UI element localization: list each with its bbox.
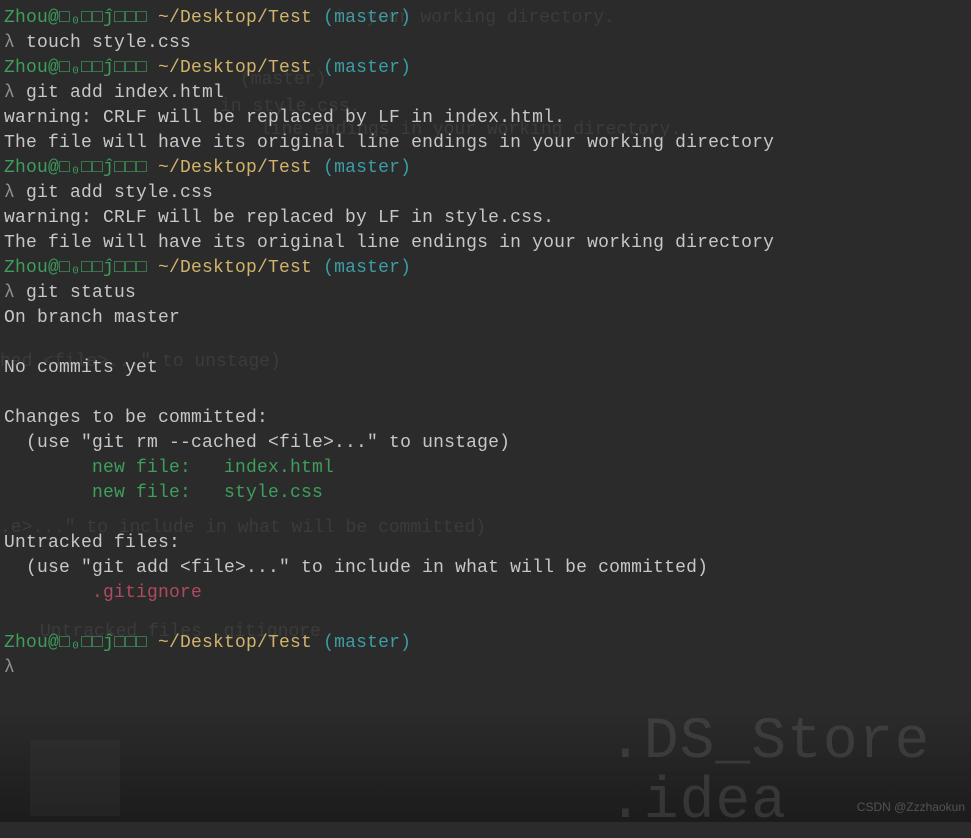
status-new-file: new file: index.html — [4, 456, 967, 481]
thumbnail-ghost — [30, 740, 120, 816]
blank-line — [4, 606, 967, 631]
blank-line — [4, 381, 967, 406]
prompt-path: ~/Desktop/Test — [147, 58, 323, 78]
ghost-big-text: .DS_Store — [608, 710, 930, 775]
prompt-path: ~/Desktop/Test — [147, 8, 323, 28]
output-line: Untracked files: — [4, 531, 967, 556]
prompt-path: ~/Desktop/Test — [147, 258, 323, 278]
prompt-branch: (master) — [323, 258, 411, 278]
blank-line — [4, 506, 967, 531]
blank-line — [4, 331, 967, 356]
prompt-user: Zhou@□₀□□ĵ□□□ — [4, 8, 147, 28]
output-line: (use "git rm --cached <file>..." to unst… — [4, 431, 967, 456]
command-line[interactable]: λ — [4, 656, 967, 681]
prompt-user: Zhou@□₀□□ĵ□□□ — [4, 158, 147, 178]
prompt-branch: (master) — [323, 158, 411, 178]
watermark: CSDN @Zzzhaokun — [857, 800, 965, 814]
lambda-icon: λ — [4, 283, 26, 303]
lambda-icon: λ — [4, 33, 26, 53]
prompt-line: Zhou@□₀□□ĵ□□□ ~/Desktop/Test (master) — [4, 156, 967, 181]
output-line: The file will have its original line end… — [4, 131, 967, 156]
command-line[interactable]: λ git add style.css — [4, 181, 967, 206]
output-line: Changes to be committed: — [4, 406, 967, 431]
lambda-icon: λ — [4, 83, 26, 103]
ghost-big-text: .idea — [608, 770, 787, 835]
prompt-branch: (master) — [323, 8, 411, 28]
prompt-line: Zhou@□₀□□ĵ□□□ ~/Desktop/Test (master) — [4, 56, 967, 81]
prompt-line: Zhou@□₀□□ĵ□□□ ~/Desktop/Test (master) — [4, 631, 967, 656]
output-line: warning: CRLF will be replaced by LF in … — [4, 106, 967, 131]
status-new-file: new file: style.css — [4, 481, 967, 506]
prompt-user: Zhou@□₀□□ĵ□□□ — [4, 258, 147, 278]
command-line[interactable]: λ git add index.html — [4, 81, 967, 106]
command-text: git status — [26, 283, 136, 303]
bottom-gradient — [0, 712, 971, 822]
output-line: On branch master — [4, 306, 967, 331]
command-text: git add index.html — [26, 83, 224, 103]
prompt-branch: (master) — [323, 58, 411, 78]
terminal-view[interactable]: Zhou@□₀□□ĵ□□□ ~/Desktop/Test (master)λ t… — [0, 0, 971, 687]
output-line: warning: CRLF will be replaced by LF in … — [4, 206, 967, 231]
output-line: (use "git add <file>..." to include in w… — [4, 556, 967, 581]
command-line[interactable]: λ touch style.css — [4, 31, 967, 56]
prompt-user: Zhou@□₀□□ĵ□□□ — [4, 58, 147, 78]
prompt-user: Zhou@□₀□□ĵ□□□ — [4, 633, 147, 653]
prompt-line: Zhou@□₀□□ĵ□□□ ~/Desktop/Test (master) — [4, 256, 967, 281]
command-text: touch style.css — [26, 33, 191, 53]
prompt-line: Zhou@□₀□□ĵ□□□ ~/Desktop/Test (master) — [4, 6, 967, 31]
prompt-branch: (master) — [323, 633, 411, 653]
command-line[interactable]: λ git status — [4, 281, 967, 306]
prompt-path: ~/Desktop/Test — [147, 158, 323, 178]
lambda-icon: λ — [4, 658, 26, 678]
command-text: git add style.css — [26, 183, 213, 203]
output-line: No commits yet — [4, 356, 967, 381]
prompt-path: ~/Desktop/Test — [147, 633, 323, 653]
lambda-icon: λ — [4, 183, 26, 203]
output-line: The file will have its original line end… — [4, 231, 967, 256]
status-untracked: .gitignore — [4, 581, 967, 606]
